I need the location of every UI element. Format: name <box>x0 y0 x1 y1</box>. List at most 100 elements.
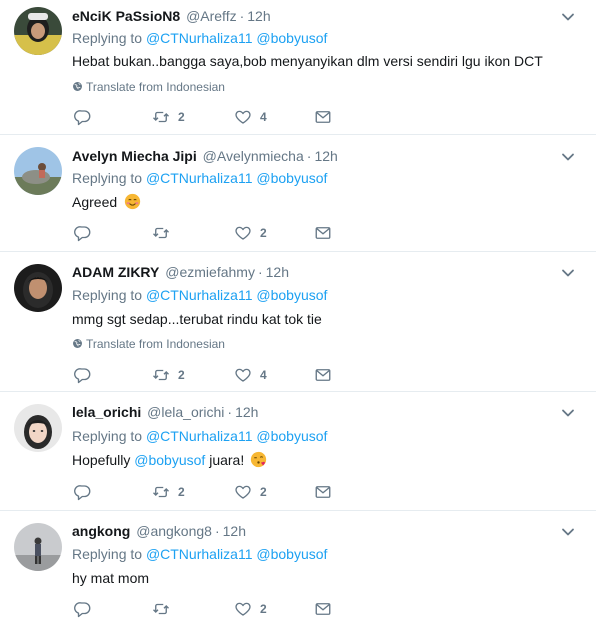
like-count: 2 <box>260 226 267 240</box>
mention-link[interactable]: @CTNurhaliza11 <box>146 170 253 186</box>
kissing-face-icon <box>250 451 267 468</box>
retweet-count: 2 <box>178 368 185 382</box>
author-handle[interactable]: @lela_orichi <box>147 404 224 420</box>
author-name[interactable]: ADAM ZIKRY <box>72 264 159 280</box>
retweet-button[interactable] <box>152 223 178 243</box>
mention-link[interactable]: @bobyusof <box>256 428 327 444</box>
avatar[interactable] <box>14 404 62 452</box>
retweet-icon <box>152 366 170 384</box>
tweet-text-content: juara! <box>209 452 245 468</box>
mention-link[interactable]: @bobyusof <box>256 287 327 303</box>
like-count: 4 <box>260 110 267 124</box>
like-count: 4 <box>260 368 267 382</box>
retweet-icon <box>152 108 170 126</box>
direct-message-button[interactable] <box>314 223 332 243</box>
heart-icon <box>234 366 252 384</box>
author-handle[interactable]: @Avelynmiecha <box>203 148 304 164</box>
mail-icon <box>314 224 332 242</box>
like-button[interactable]: 2 <box>234 599 267 619</box>
retweet-button[interactable]: 2 <box>152 482 185 502</box>
chevron-down-icon[interactable] <box>560 149 576 165</box>
tweet-header: angkong @angkong8 · 12h <box>72 523 246 539</box>
separator-dot: · <box>214 523 220 539</box>
reply-icon <box>74 600 92 618</box>
tweet[interactable]: eNciK PaSsioN8 @Areffz · 12h Replying to @… <box>0 0 596 135</box>
reply-icon <box>74 224 92 242</box>
tweet-text: hy mat mom <box>72 570 150 586</box>
chevron-down-icon[interactable] <box>560 524 576 540</box>
author-handle[interactable]: @ezmiefahmy <box>165 264 255 280</box>
tweet[interactable]: Avelyn Miecha Jipi @Avelynmiecha · 12h Rep… <box>0 135 596 252</box>
mention-link[interactable]: @bobyusof <box>256 30 327 46</box>
reply-button[interactable] <box>74 107 100 127</box>
chevron-down-icon[interactable] <box>560 265 576 281</box>
direct-message-button[interactable] <box>314 365 332 385</box>
chevron-down-icon[interactable] <box>560 405 576 421</box>
mention-link[interactable]: @bobyusof <box>256 170 327 186</box>
replying-label: Replying to <box>72 428 143 444</box>
tweet-actions: 2 <box>72 223 342 243</box>
retweet-icon <box>152 483 170 501</box>
like-button[interactable]: 2 <box>234 223 267 243</box>
translate-link[interactable]: Translate from Indonesian <box>72 80 225 94</box>
reply-icon <box>74 483 92 501</box>
timestamp[interactable]: 12h <box>314 148 337 164</box>
tweet[interactable]: ADAM ZIKRY @ezmiefahmy · 12h Replying to @… <box>0 252 596 392</box>
timestamp[interactable]: 12h <box>235 404 258 420</box>
tweet-header: lela_orichi @lela_orichi · 12h <box>72 404 258 420</box>
like-button[interactable]: 4 <box>234 107 267 127</box>
author-name[interactable]: Avelyn Miecha Jipi <box>72 148 197 164</box>
direct-message-button[interactable] <box>314 107 332 127</box>
mail-icon <box>314 366 332 384</box>
retweet-button[interactable]: 2 <box>152 365 185 385</box>
chevron-down-icon[interactable] <box>560 9 576 25</box>
timestamp[interactable]: 12h <box>266 264 289 280</box>
mention-link[interactable]: @bobyusof <box>134 452 205 468</box>
mention-link[interactable]: @CTNurhaliza11 <box>146 428 253 444</box>
mention-link[interactable]: @CTNurhaliza11 <box>146 287 253 303</box>
retweet-button[interactable]: 2 <box>152 107 185 127</box>
author-handle[interactable]: @angkong8 <box>136 523 212 539</box>
translate-label: Translate from Indonesian <box>86 80 225 94</box>
reply-button[interactable] <box>74 223 100 243</box>
timestamp[interactable]: 12h <box>223 523 246 539</box>
author-name[interactable]: eNciK PaSsioN8 <box>72 8 180 24</box>
mention-link[interactable]: @bobyusof <box>256 546 327 562</box>
reply-icon <box>74 108 92 126</box>
tweet-text-content: Agreed <box>72 194 118 210</box>
mention-link[interactable]: @CTNurhaliza11 <box>146 546 253 562</box>
tweet-header: eNciK PaSsioN8 @Areffz · 12h <box>72 8 271 24</box>
smiling-face-icon <box>124 193 141 210</box>
like-button[interactable]: 2 <box>234 482 267 502</box>
replying-to: Replying to @CTNurhaliza11 @bobyusof <box>72 428 327 444</box>
tweet-text: Hopefully @bobyusof juara! <box>72 451 267 468</box>
avatar[interactable] <box>14 147 62 195</box>
retweet-icon <box>152 224 170 242</box>
avatar[interactable] <box>14 523 62 571</box>
timestamp[interactable]: 12h <box>247 8 270 24</box>
reply-button[interactable] <box>74 365 100 385</box>
direct-message-button[interactable] <box>314 599 332 619</box>
tweet-actions: 2 4 <box>72 107 342 127</box>
tweet-actions: 2 2 <box>72 482 342 502</box>
author-handle[interactable]: @Areffz <box>186 8 237 24</box>
reply-button[interactable] <box>74 482 100 502</box>
translate-link[interactable]: Translate from Indonesian <box>72 337 225 351</box>
avatar[interactable] <box>14 264 62 312</box>
heart-icon <box>234 600 252 618</box>
tweet-text-content: Hopefully <box>72 452 131 468</box>
author-name[interactable]: lela_orichi <box>72 404 141 420</box>
reply-button[interactable] <box>74 599 100 619</box>
avatar[interactable] <box>14 7 62 55</box>
tweet[interactable]: angkong @angkong8 · 12h Replying to @CTNur… <box>0 511 596 621</box>
separator-dot: · <box>257 264 263 280</box>
direct-message-button[interactable] <box>314 482 332 502</box>
mention-link[interactable]: @CTNurhaliza11 <box>146 30 253 46</box>
author-name[interactable]: angkong <box>72 523 130 539</box>
retweet-button[interactable] <box>152 599 178 619</box>
globe-icon <box>72 81 83 92</box>
like-button[interactable]: 4 <box>234 365 267 385</box>
tweet[interactable]: lela_orichi @lela_orichi · 12h Replying to… <box>0 392 596 511</box>
retweet-count: 2 <box>178 110 185 124</box>
replying-to: Replying to @CTNurhaliza11 @bobyusof <box>72 30 327 46</box>
